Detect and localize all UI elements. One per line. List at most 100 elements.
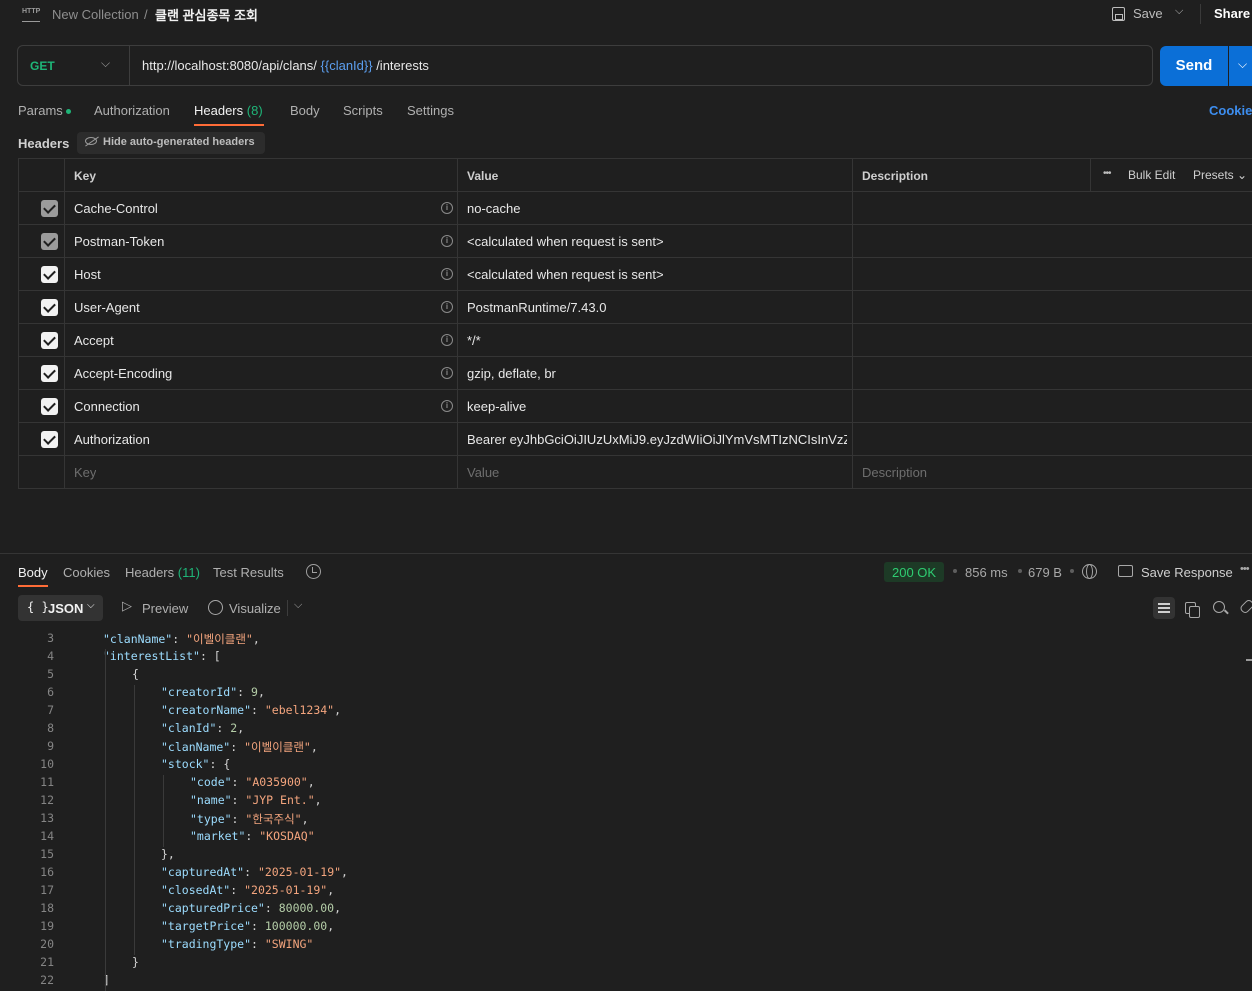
tab-response-cookies[interactable]: Cookies [63, 565, 110, 580]
divider [1200, 4, 1201, 24]
tab-response-headers[interactable]: Headers (11) [125, 565, 200, 580]
header-key-cell[interactable]: Authorization [64, 423, 457, 455]
json-punctuation: : [231, 793, 246, 807]
save-options-chevron-icon[interactable]: ⌵ [1175, 5, 1183, 18]
header-value-cell[interactable]: <calculated when request is sent> [457, 225, 852, 257]
row-checkbox[interactable] [41, 398, 58, 415]
column-header-description: Description [852, 159, 1090, 191]
visualize-chevron-down-icon[interactable]: ⌵ [294, 599, 302, 612]
row-checkbox[interactable] [41, 332, 58, 349]
row-checkbox-cell [18, 192, 64, 224]
row-checkbox-cell [18, 390, 64, 422]
info-icon[interactable]: i [441, 400, 453, 412]
header-key-cell[interactable]: Postman-Token i [64, 225, 457, 257]
header-description-cell[interactable] [852, 225, 1252, 257]
search-icon[interactable] [1209, 597, 1231, 619]
json-punctuation: : { [209, 757, 231, 771]
request-title[interactable]: 클랜 관심종목 조회 [155, 5, 258, 24]
visualize-button[interactable]: Visualize [229, 601, 281, 616]
tab-response-body[interactable]: Body [18, 565, 48, 580]
info-icon[interactable]: i [441, 334, 453, 346]
link-icon[interactable] [1236, 597, 1252, 619]
header-description-cell[interactable] [852, 423, 1252, 455]
share-button[interactable]: Share [1207, 0, 1252, 28]
more-options-icon[interactable]: ••• [1240, 563, 1250, 575]
header-key-cell[interactable]: Cache-Control i [64, 192, 457, 224]
new-value-input[interactable]: Value [457, 456, 852, 488]
row-checkbox[interactable] [41, 365, 58, 382]
info-icon[interactable]: i [441, 268, 453, 280]
more-options-icon[interactable]: ••• [1103, 168, 1111, 179]
json-string: "2025-01-19" [244, 883, 328, 897]
header-description-cell[interactable] [852, 192, 1252, 224]
line-number: 7 [47, 703, 54, 717]
tab-response-headers-label: Headers [125, 565, 175, 580]
info-icon[interactable]: i [441, 202, 453, 214]
copy-icon[interactable] [1181, 597, 1203, 619]
code-line: 22] [0, 973, 1252, 991]
code-content: "clanId": 2, [161, 721, 244, 735]
header-key-cell[interactable]: Accept i [64, 324, 457, 356]
tab-headers[interactable]: Headers (8) [194, 103, 263, 118]
send-options-chevron-down-icon[interactable]: ⌵ [1229, 46, 1252, 86]
tab-scripts[interactable]: Scripts [343, 103, 383, 118]
row-checkbox[interactable] [41, 431, 58, 448]
row-checkbox[interactable] [41, 200, 58, 217]
header-value-cell[interactable]: Bearer eyJhbGciOiJIUzUxMiJ9.eyJzdWIiOiJl… [457, 423, 852, 455]
tab-settings[interactable]: Settings [407, 103, 454, 118]
tab-body[interactable]: Body [290, 103, 320, 118]
header-value-cell[interactable]: */* [457, 324, 852, 356]
info-icon[interactable]: i [441, 367, 453, 379]
tab-authorization[interactable]: Authorization [94, 103, 170, 118]
code-line: 21} [0, 955, 1252, 973]
hide-auto-generated-headers-button[interactable]: Hide auto-generated headers [77, 132, 265, 154]
header-key-cell[interactable]: User-Agent i [64, 291, 457, 323]
header-value-cell[interactable]: PostmanRuntime/7.43.0 [457, 291, 852, 323]
method-chevron-down-icon[interactable]: ⌵ [101, 56, 110, 71]
info-icon[interactable]: i [441, 235, 453, 247]
header-key-cell[interactable]: Accept-Encoding i [64, 357, 457, 389]
header-key-cell[interactable]: Host i [64, 258, 457, 290]
header-value-cell[interactable]: <calculated when request is sent> [457, 258, 852, 290]
response-time[interactable]: 856 ms [965, 565, 1008, 580]
new-description-input[interactable]: Description [852, 456, 1252, 488]
header-description-cell[interactable] [852, 357, 1252, 389]
history-icon[interactable] [306, 564, 321, 579]
breadcrumb-collection[interactable]: New Collection [52, 7, 139, 22]
scrollbar-marker[interactable] [1246, 659, 1252, 661]
row-checkbox[interactable] [41, 233, 58, 250]
presets-dropdown[interactable]: Presets ⌄ [1193, 168, 1247, 182]
line-number: 15 [40, 847, 54, 861]
tab-test-results[interactable]: Test Results [213, 565, 284, 580]
preview-button[interactable]: Preview [142, 601, 188, 616]
format-select[interactable]: { } JSON ⌵ [18, 595, 103, 621]
json-punctuation: , [327, 883, 335, 897]
header-description-cell[interactable] [852, 390, 1252, 422]
response-body-viewer[interactable]: 3 "clanName": "이벨이클랜", 4 "interestList": [5… [0, 627, 1252, 991]
row-checkbox[interactable] [41, 266, 58, 283]
header-description-cell[interactable] [852, 291, 1252, 323]
url-input[interactable]: http://localhost:8080/api/clans/ {{clanI… [142, 58, 429, 73]
header-value-cell[interactable]: no-cache [457, 192, 852, 224]
info-icon[interactable]: i [441, 301, 453, 313]
header-description-cell[interactable] [852, 258, 1252, 290]
status-badge[interactable]: 200 OK [884, 562, 945, 582]
save-response-button[interactable]: Save Response [1141, 565, 1233, 580]
url-variable[interactable]: {{clanId}} [321, 58, 373, 73]
json-key: "clanId" [161, 721, 217, 735]
new-key-input[interactable]: Key [64, 456, 457, 488]
globe-icon[interactable] [1082, 564, 1097, 579]
cookies-link[interactable]: Cookies [1209, 103, 1252, 118]
send-button[interactable]: Send [1160, 46, 1228, 86]
response-size[interactable]: 679 B [1028, 565, 1062, 580]
header-description-cell[interactable] [852, 324, 1252, 356]
header-key-cell[interactable]: Connection i [64, 390, 457, 422]
header-value-cell[interactable]: keep-alive [457, 390, 852, 422]
method-select[interactable]: GET [30, 59, 55, 73]
row-checkbox[interactable] [41, 299, 58, 316]
wrap-lines-icon[interactable] [1153, 597, 1175, 619]
tab-params[interactable]: Params [18, 103, 71, 118]
json-punctuation: : [264, 901, 279, 915]
header-value-cell[interactable]: gzip, deflate, br [457, 357, 852, 389]
bulk-edit-button[interactable]: Bulk Edit [1128, 168, 1175, 182]
